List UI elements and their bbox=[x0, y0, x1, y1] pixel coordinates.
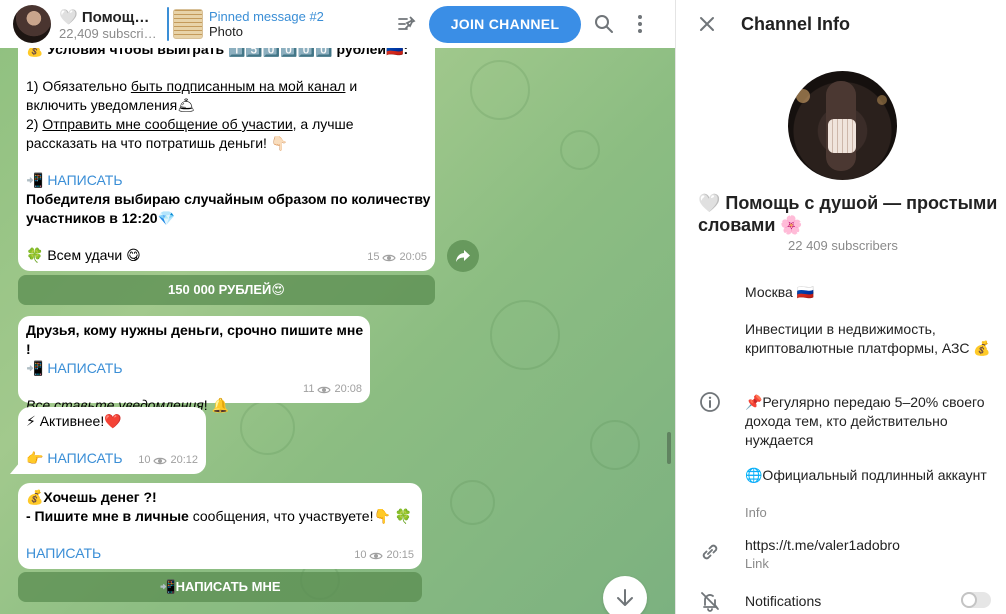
description-text: 📌Регулярно передаю 5–20% своего дохода т… bbox=[745, 394, 985, 448]
search-icon[interactable] bbox=[587, 7, 621, 41]
doodle bbox=[560, 130, 600, 170]
message-bubble[interactable]: ⚡ Активнее!❤️ 👉 НАПИСАТЬ 10 20:12 bbox=[18, 407, 206, 474]
scrollbar[interactable] bbox=[667, 432, 671, 464]
message-time: 20:08 bbox=[334, 383, 362, 395]
message-text: ! 🔔 bbox=[203, 397, 229, 413]
message-time: 20:15 bbox=[386, 549, 414, 561]
notifications-toggle[interactable] bbox=[961, 592, 991, 608]
participation-link[interactable]: Отправить мне сообщение об участии bbox=[42, 116, 292, 132]
channel-photo[interactable] bbox=[788, 71, 897, 180]
pinned-title: Pinned message #2 bbox=[209, 9, 324, 24]
write-link[interactable]: НАПИСАТЬ bbox=[47, 450, 122, 466]
arrow-down-icon bbox=[617, 589, 633, 606]
chat-area: 🤍 Помощь с душой — простыми словами 🌸 22… bbox=[0, 0, 675, 614]
message-text: Победителя выбираю случайным образом по … bbox=[26, 191, 431, 207]
message-text: 💰Хочешь денег ?! bbox=[26, 489, 157, 505]
panel-title: Channel Info bbox=[741, 13, 850, 34]
eye-icon bbox=[369, 552, 384, 559]
channel-link[interactable]: быть подписанным на мой канал bbox=[131, 78, 346, 94]
join-channel-button[interactable]: JOIN CHANNEL bbox=[429, 5, 581, 43]
message-text: включить уведомления🛎 bbox=[26, 97, 195, 113]
info-icon bbox=[698, 390, 722, 414]
channel-subscribers: 22,409 subscribers bbox=[59, 25, 157, 41]
doodle bbox=[490, 300, 560, 370]
view-count: 11 bbox=[303, 383, 315, 395]
message-text: , а лучше bbox=[292, 116, 354, 132]
doodle bbox=[470, 60, 530, 120]
message-time: 20:05 bbox=[399, 251, 427, 263]
eye-icon bbox=[317, 386, 332, 393]
channel-avatar[interactable] bbox=[13, 5, 51, 43]
message-meta: 10 20:15 bbox=[354, 546, 414, 565]
inline-button-write-me[interactable]: 📲НАПИСАТЬ МНЕ bbox=[18, 572, 422, 602]
photo-detail bbox=[796, 89, 810, 103]
message-text: 2) Отправить мне сообщение об участии, а… bbox=[26, 115, 431, 134]
message-text: Друзья, кому нужны деньги, срочно пишите… bbox=[26, 322, 364, 357]
pinned-list-icon[interactable] bbox=[393, 10, 421, 38]
write-link[interactable]: 📲 НАПИСАТЬ bbox=[26, 171, 431, 190]
inline-button-prize[interactable]: 150 000 РУБЛЕЙ😍 bbox=[18, 275, 435, 305]
message-meta: 15 20:05 bbox=[367, 248, 427, 267]
link-label: Link bbox=[745, 556, 769, 571]
message-text: ⚡ Активнее!❤️ bbox=[26, 413, 122, 429]
bell-off-icon bbox=[698, 589, 722, 613]
channel-title: 🤍 Помощь с душой — простыми словами 🌸 bbox=[59, 8, 157, 26]
write-link[interactable]: 📲 НАПИСАТЬ bbox=[26, 359, 366, 378]
subscriber-count: 22 409 subscribers bbox=[788, 238, 898, 253]
message-time: 20:12 bbox=[170, 454, 198, 466]
panel-header: Channel Info bbox=[676, 0, 1006, 48]
message-text: участников в 12:20💎 bbox=[26, 210, 176, 226]
message-meta: 11 20:08 bbox=[303, 380, 362, 399]
message-bubble[interactable]: 💰Хочешь денег ?! - Пишите мне в личные с… bbox=[18, 483, 422, 569]
message-text: и bbox=[345, 78, 358, 94]
channel-info-panel: Channel Info 🤍 Помощь с душой — простыми… bbox=[675, 0, 1006, 614]
location-text: Москва 🇷🇺 bbox=[745, 284, 815, 300]
info-label: Info bbox=[745, 505, 767, 520]
message-text: 2) bbox=[26, 116, 43, 132]
message-bubble[interactable]: Друзья, кому нужны деньги, срочно пишите… bbox=[18, 316, 370, 413]
channel-link[interactable]: https://t.me/valer1adobro bbox=[745, 536, 995, 555]
view-count: 10 bbox=[354, 549, 367, 561]
scroll-down-button[interactable] bbox=[603, 576, 647, 614]
eye-icon bbox=[153, 457, 168, 464]
channel-name: 🤍 Помощь с душой — простыми словами 🌸 bbox=[698, 193, 998, 235]
description-text: Инвестиции в недвижимость, криптовалютны… bbox=[745, 321, 991, 356]
view-count: 15 bbox=[367, 251, 380, 263]
eye-icon bbox=[382, 254, 397, 261]
pointing-hand-icon: 👉 bbox=[26, 450, 48, 466]
message-text: 1) Обязательно bbox=[26, 78, 131, 94]
photo-detail bbox=[828, 119, 856, 153]
message-bubble[interactable]: 💰 Условия чтобы выиграть 1️⃣5️⃣0️⃣0️⃣0️⃣… bbox=[18, 30, 435, 271]
message-text: рассказать на что потратишь деньги! 👇🏻 bbox=[26, 135, 289, 151]
link-icon bbox=[698, 540, 722, 564]
message-text: - Пишите мне в личные bbox=[26, 508, 189, 524]
doodle bbox=[590, 420, 640, 470]
chat-header: 🤍 Помощь с душой — простыми словами 🌸 22… bbox=[0, 0, 675, 48]
view-count: 10 bbox=[138, 454, 151, 466]
more-menu-icon[interactable] bbox=[623, 7, 657, 41]
channel-title-block[interactable]: 🤍 Помощь с душой — простыми словами 🌸 22… bbox=[59, 8, 157, 41]
pinned-message[interactable]: Pinned message #2 Photo bbox=[209, 9, 389, 39]
notifications-label: Notifications bbox=[745, 593, 822, 609]
doodle bbox=[450, 480, 495, 525]
photo-detail bbox=[877, 95, 887, 105]
message-meta: 10 20:12 bbox=[138, 451, 198, 470]
message-text: - Пишите мне в личные сообщения, что уча… bbox=[26, 507, 418, 526]
message-text: сообщения, что участвуете!👇 🍀 bbox=[188, 508, 413, 524]
share-icon[interactable] bbox=[447, 240, 479, 272]
description-text: 🌐Официальный подлинный аккаунт bbox=[745, 467, 987, 483]
message-text: 1) Обязательно быть подписанным на мой к… bbox=[26, 77, 431, 96]
pinned-indicator bbox=[167, 7, 169, 41]
close-icon[interactable] bbox=[690, 7, 724, 41]
toggle-knob bbox=[961, 592, 977, 608]
pinned-thumbnail[interactable] bbox=[173, 9, 203, 39]
pinned-subtitle: Photo bbox=[209, 24, 243, 39]
